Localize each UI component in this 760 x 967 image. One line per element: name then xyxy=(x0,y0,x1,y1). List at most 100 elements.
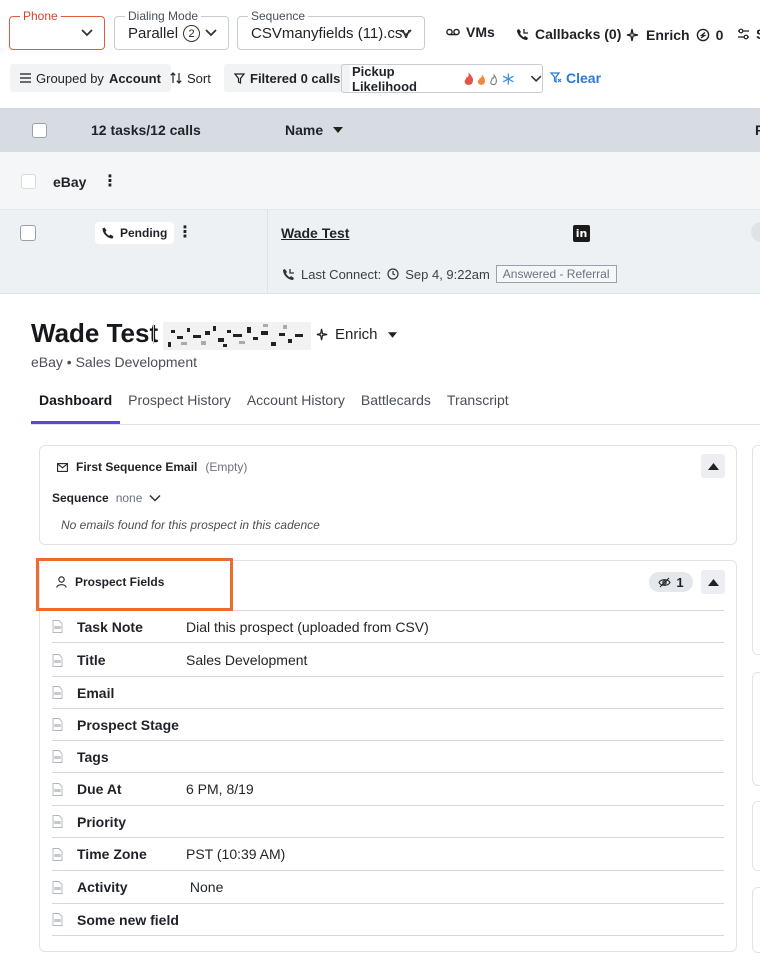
callbacks-button[interactable]: Callbacks (0) xyxy=(516,26,621,42)
tab-prospect-history[interactable]: Prospect History xyxy=(120,392,239,424)
field-row: Prospect Stage xyxy=(52,709,724,741)
dialing-count-badge: 2 xyxy=(183,25,201,42)
fields-card-collapse-button[interactable] xyxy=(701,570,725,594)
field-label: Due At xyxy=(77,781,122,797)
csv-file-icon xyxy=(52,653,63,667)
name-header-label: Name xyxy=(285,122,324,138)
sequence-selector[interactable]: Sequence none xyxy=(52,491,161,505)
caret-down-icon xyxy=(387,331,397,338)
row-scroll-handle[interactable] xyxy=(751,222,760,242)
side-panel-card xyxy=(752,887,760,953)
field-row: Task Note Dial this prospect (uploaded fr… xyxy=(52,611,724,643)
csv-file-icon xyxy=(52,620,63,633)
credit-icon xyxy=(696,28,709,42)
email-card-title: First Sequence Email xyxy=(76,460,198,474)
settings-button[interactable]: S xyxy=(737,26,760,42)
callbacks-label: Callbacks (0) xyxy=(535,26,622,42)
phone-callback-icon xyxy=(517,28,528,40)
dialing-mode-legend: Dialing Mode xyxy=(125,9,202,23)
field-label: Tags xyxy=(77,748,109,765)
sequence-legend: Sequence xyxy=(248,9,309,23)
email-card-title-note: (Empty) xyxy=(205,460,248,474)
group-menu-icon[interactable]: ⋮ xyxy=(102,171,118,191)
last-connect-label: Last Connect: xyxy=(301,266,382,282)
side-panel-card xyxy=(752,672,760,786)
caret-up-icon xyxy=(707,462,719,470)
no-emails-text: No emails found for this prospect in thi… xyxy=(61,518,320,532)
clock-icon xyxy=(387,268,399,280)
highlight-box xyxy=(36,558,233,611)
field-value[interactable]: 6 PM, 8/19 xyxy=(186,781,254,797)
tab-battlecards[interactable]: Battlecards xyxy=(353,392,439,424)
phone-legend: Phone xyxy=(20,9,61,23)
field-label: Some new field xyxy=(77,911,179,928)
field-row: Tags xyxy=(52,741,724,773)
field-label: Priority xyxy=(77,813,127,830)
fire-icons xyxy=(464,71,514,85)
sort-button[interactable]: Sort xyxy=(160,64,221,92)
group-by-button[interactable]: Grouped by Account xyxy=(10,64,171,92)
caret-down-icon xyxy=(333,127,344,133)
enrich-toolbar-label: Enrich xyxy=(646,27,690,43)
voicemail-icon xyxy=(446,28,460,36)
name-column-header[interactable]: Name xyxy=(285,122,344,138)
side-panel-card xyxy=(752,801,760,871)
task-checkbox[interactable] xyxy=(20,225,36,241)
caret-up-icon xyxy=(707,578,719,586)
dialing-mode-value: Parallel xyxy=(128,25,179,42)
sequence-select[interactable]: Sequence CSVmanyfields (11).csv xyxy=(237,9,425,50)
csv-file-icon xyxy=(52,750,63,763)
vms-button[interactable]: VMs xyxy=(446,24,495,40)
pickup-likelihood-select[interactable]: Pickup Likelihood xyxy=(341,63,543,94)
email-card-collapse-button[interactable] xyxy=(701,454,725,478)
field-label: Time Zone xyxy=(77,846,147,862)
status-label: Pending xyxy=(120,226,168,240)
field-value[interactable]: PST (10:39 AM) xyxy=(186,846,285,862)
clear-label: Clear xyxy=(566,70,602,86)
task-row-status-cell: Pending ⋮ xyxy=(0,210,268,294)
field-label: Prospect Stage xyxy=(77,716,179,733)
field-value[interactable]: Dial this prospect (uploaded from CSV) xyxy=(186,619,429,635)
select-all-checkbox[interactable] xyxy=(32,123,47,138)
title-divider xyxy=(153,324,154,344)
field-value[interactable]: Sales Development xyxy=(186,652,307,668)
grouped-by-prefix: Grouped by xyxy=(36,70,104,86)
csv-file-icon xyxy=(52,718,63,731)
clear-filters-button[interactable]: Clear xyxy=(550,70,601,86)
filter-button[interactable]: Filtered 0 calls xyxy=(224,64,351,92)
field-value[interactable]: None xyxy=(186,879,223,895)
enrich-credit-count: 0 xyxy=(715,27,724,43)
field-row: Due At 6 PM, 8/19 xyxy=(52,773,724,806)
sparkle-icon xyxy=(316,328,328,341)
group-checkbox[interactable] xyxy=(21,174,36,189)
hidden-fields-badge[interactable]: 1 xyxy=(649,572,693,592)
eye-off-icon xyxy=(658,577,672,587)
prospect-name-link[interactable]: Wade Test xyxy=(281,225,349,241)
last-connect-info: Last Connect: Sep 4, 9:22am Answered - R… xyxy=(282,265,617,283)
tab-transcript[interactable]: Transcript xyxy=(439,392,517,424)
task-menu-icon[interactable]: ⋮ xyxy=(177,222,193,242)
dialing-mode-select[interactable]: Dialing Mode Parallel 2 xyxy=(114,9,229,50)
prospect-enrich-button[interactable]: Enrich xyxy=(316,326,397,343)
account-group-row[interactable]: eBay ⋮ xyxy=(0,152,760,210)
tab-dashboard[interactable]: Dashboard xyxy=(31,392,121,424)
sort-label: Sort xyxy=(187,70,211,86)
filter-icon xyxy=(234,72,245,84)
task-row[interactable]: Pending ⋮ Wade Test in Last Connect: Sep… xyxy=(0,210,760,294)
sequence-selector-value: none xyxy=(115,491,143,505)
enrich-toolbar-button[interactable]: Enrich 0 xyxy=(626,27,723,43)
field-label: Title xyxy=(77,652,106,668)
redacted-phone-image xyxy=(163,322,311,350)
linkedin-icon[interactable]: in xyxy=(573,225,590,242)
csv-file-icon xyxy=(52,815,63,828)
first-sequence-email-card: First Sequence Email (Empty) Sequence no… xyxy=(39,445,737,545)
pickup-label: Pickup Likelihood xyxy=(352,63,417,94)
field-label: Email xyxy=(77,684,115,701)
tabs-divider xyxy=(31,424,760,425)
phone-select[interactable]: Phone xyxy=(9,9,105,50)
tab-account-history[interactable]: Account History xyxy=(239,392,353,424)
chevron-down-icon xyxy=(530,75,542,82)
next-column-header[interactable]: P xyxy=(755,122,760,138)
field-row: Time Zone PST (10:39 AM) xyxy=(52,838,724,871)
csv-file-icon xyxy=(52,686,63,699)
